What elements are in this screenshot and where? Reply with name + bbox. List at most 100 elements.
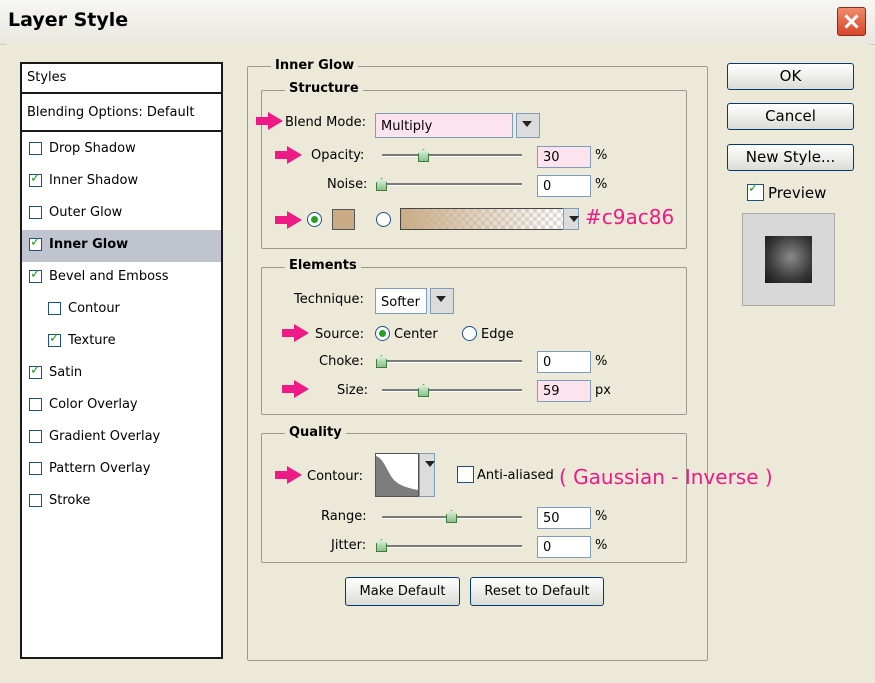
style-item-inner-shadow[interactable]: Inner Shadow: [22, 166, 221, 198]
noise-label: Noise:: [327, 177, 368, 192]
jitter-slider[interactable]: [382, 545, 522, 548]
source-edge-radio[interactable]: [462, 326, 477, 341]
preview-thumbnail: [742, 213, 835, 306]
opacity-unit: %: [595, 148, 608, 163]
style-item-label: Outer Glow: [49, 205, 123, 220]
contour-thumbnail[interactable]: [375, 453, 419, 497]
close-icon[interactable]: [837, 7, 866, 36]
technique-label: Technique:: [294, 292, 364, 307]
style-item-stroke[interactable]: Stroke: [22, 486, 221, 518]
style-item-checkbox[interactable]: [29, 494, 42, 507]
style-item-label: Contour: [68, 301, 120, 316]
opacity-input[interactable]: 30: [537, 146, 591, 168]
pointer-arrow: [275, 466, 303, 484]
structure-title: Structure: [285, 81, 363, 96]
chevron-down-icon[interactable]: [563, 208, 579, 230]
anti-aliased-checkbox[interactable]: [457, 466, 474, 483]
size-unit: px: [595, 383, 611, 398]
style-item-checkbox[interactable]: [29, 462, 42, 475]
style-item-gradient-overlay[interactable]: Gradient Overlay: [22, 422, 221, 454]
opacity-value: 30: [543, 150, 560, 165]
blend-mode-select[interactable]: Multiply: [375, 113, 513, 138]
preview-image: [765, 236, 812, 283]
technique-select[interactable]: Softer: [375, 288, 427, 314]
source-label: Source:: [315, 327, 365, 342]
style-item-checkbox[interactable]: [29, 398, 42, 411]
style-item-checkbox[interactable]: [29, 206, 42, 219]
style-item-checkbox[interactable]: [29, 142, 42, 155]
style-item-checkbox[interactable]: [29, 235, 42, 251]
make-default-button[interactable]: Make Default: [345, 577, 460, 606]
range-label: Range:: [321, 509, 367, 524]
style-item-label: Satin: [49, 365, 83, 380]
style-item-inner-glow[interactable]: Inner Glow: [22, 230, 221, 262]
jitter-input[interactable]: 0: [537, 536, 591, 558]
chevron-down-icon[interactable]: [430, 288, 454, 314]
size-slider[interactable]: [382, 389, 522, 392]
noise-slider[interactable]: [382, 183, 522, 186]
gradient-picker[interactable]: [400, 208, 565, 230]
blending-options[interactable]: Blending Options: Default: [22, 96, 221, 132]
style-item-label: Bevel and Emboss: [49, 269, 169, 284]
glow-color-swatch[interactable]: [332, 209, 355, 230]
style-item-checkbox[interactable]: [29, 430, 42, 443]
choke-value: 0: [543, 355, 552, 370]
style-item-drop-shadow[interactable]: Drop Shadow: [22, 134, 221, 166]
jitter-label: Jitter:: [331, 538, 367, 553]
pointer-arrow: [275, 146, 303, 164]
style-item-color-overlay[interactable]: Color Overlay: [22, 390, 221, 422]
range-input[interactable]: 50: [537, 507, 591, 529]
styles-list: Styles Blending Options: Default Drop Sh…: [20, 62, 223, 659]
new-style-button[interactable]: New Style...: [727, 144, 854, 171]
blending-options-label: Blending Options: Default: [27, 105, 195, 120]
size-input[interactable]: 59: [537, 380, 591, 402]
solid-color-radio[interactable]: [307, 212, 322, 227]
style-item-bevel-and-emboss[interactable]: Bevel and Emboss: [22, 262, 221, 294]
opacity-slider[interactable]: [382, 154, 522, 157]
noise-value: 0: [543, 179, 552, 194]
gaussian-inverse-curve-icon: [376, 456, 418, 496]
opacity-label: Opacity:: [311, 148, 365, 163]
choke-input[interactable]: 0: [537, 351, 591, 373]
style-item-checkbox[interactable]: [29, 171, 42, 187]
size-value: 59: [543, 384, 560, 399]
ok-button[interactable]: OK: [727, 63, 854, 90]
blend-mode-value: Multiply: [381, 119, 433, 134]
noise-input[interactable]: 0: [537, 175, 591, 197]
contour-label: Contour:: [307, 469, 364, 484]
style-item-texture[interactable]: Texture: [22, 326, 221, 358]
title-bar: Layer Style: [0, 0, 875, 45]
pointer-arrow: [282, 380, 310, 398]
style-item-checkbox[interactable]: [48, 331, 61, 347]
chevron-down-icon[interactable]: [516, 113, 540, 138]
reset-default-button[interactable]: Reset to Default: [470, 577, 604, 606]
choke-slider[interactable]: [382, 360, 522, 363]
cancel-button[interactable]: Cancel: [727, 103, 854, 130]
style-item-label: Pattern Overlay: [49, 461, 151, 476]
source-center-radio[interactable]: [375, 326, 390, 341]
style-item-outer-glow[interactable]: Outer Glow: [22, 198, 221, 230]
inner-glow-title: Inner Glow: [271, 58, 359, 73]
chevron-down-icon[interactable]: [419, 453, 435, 497]
style-item-label: Inner Shadow: [49, 173, 139, 188]
style-item-label: Gradient Overlay: [49, 429, 161, 444]
jitter-unit: %: [595, 538, 608, 553]
contour-annotation: ( Gaussian - Inverse ): [559, 465, 773, 489]
style-item-satin[interactable]: Satin: [22, 358, 221, 390]
anti-aliased-label: Anti-aliased: [477, 468, 554, 483]
noise-unit: %: [595, 177, 608, 192]
pointer-arrow: [275, 211, 303, 229]
technique-value: Softer: [381, 295, 420, 310]
style-item-contour[interactable]: Contour: [22, 294, 221, 326]
color-annotation: #c9ac86: [585, 205, 675, 229]
choke-unit: %: [595, 354, 608, 369]
styles-header[interactable]: Styles: [22, 64, 221, 94]
preview-checkbox[interactable]: [747, 181, 764, 201]
style-item-pattern-overlay[interactable]: Pattern Overlay: [22, 454, 221, 486]
elements-title: Elements: [285, 258, 361, 273]
style-item-checkbox[interactable]: [29, 363, 42, 379]
style-item-checkbox[interactable]: [29, 267, 42, 283]
gradient-radio[interactable]: [376, 212, 391, 227]
style-item-checkbox[interactable]: [48, 302, 61, 315]
range-unit: %: [595, 509, 608, 524]
